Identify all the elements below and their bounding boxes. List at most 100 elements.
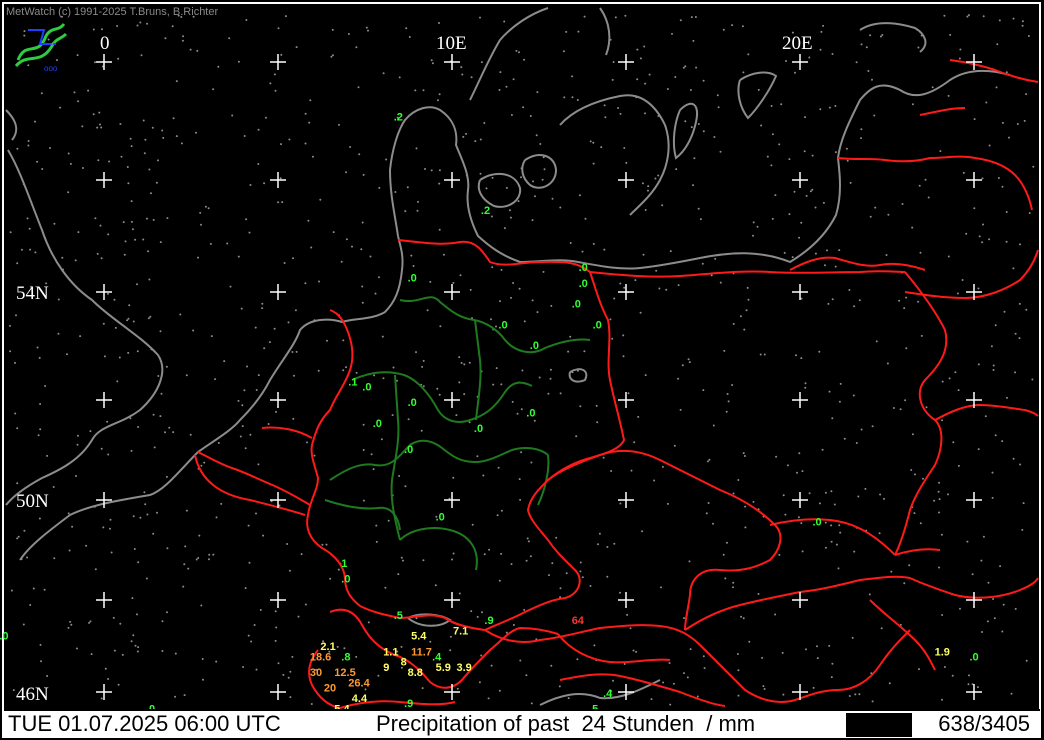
station-dot bbox=[381, 335, 384, 338]
station-dot bbox=[516, 412, 519, 415]
station-dot bbox=[990, 345, 993, 348]
station-dot bbox=[595, 404, 598, 407]
station-dot bbox=[99, 123, 101, 126]
station-dot bbox=[612, 679, 614, 682]
station-dot bbox=[424, 168, 426, 170]
station-dot bbox=[697, 123, 700, 125]
station-dot bbox=[73, 91, 76, 94]
station-dot bbox=[987, 581, 990, 584]
station-dot bbox=[421, 365, 424, 368]
station-dot bbox=[571, 75, 574, 78]
precip-value: .0 bbox=[408, 273, 417, 285]
station-dot bbox=[641, 530, 644, 533]
station-dot bbox=[547, 392, 550, 395]
station-dot bbox=[1001, 121, 1004, 124]
station-dot bbox=[67, 191, 70, 194]
station-dot bbox=[438, 228, 441, 231]
station-dot bbox=[436, 387, 439, 390]
station-dot bbox=[498, 579, 501, 582]
station-dot bbox=[890, 570, 893, 573]
station-dot bbox=[53, 557, 56, 560]
station-dot bbox=[10, 589, 13, 592]
station-dot bbox=[250, 640, 253, 643]
station-dot bbox=[583, 350, 586, 353]
status-bar: TUE 01.07.2025 06:00 UTC Precipitation o… bbox=[4, 709, 1040, 737]
station-dot bbox=[107, 678, 110, 680]
station-dot bbox=[94, 568, 97, 571]
station-dot bbox=[677, 284, 680, 287]
station-dot bbox=[510, 114, 513, 116]
station-dot bbox=[1019, 463, 1022, 466]
station-dot bbox=[800, 522, 803, 525]
station-dot bbox=[22, 623, 25, 626]
station-dot bbox=[426, 309, 429, 312]
station-dot bbox=[184, 545, 187, 548]
station-dot bbox=[743, 455, 746, 457]
station-dot bbox=[367, 621, 370, 624]
station-dot bbox=[279, 177, 282, 180]
station-dot bbox=[800, 221, 803, 224]
station-dot bbox=[634, 279, 637, 282]
station-dot bbox=[796, 471, 798, 474]
station-dot bbox=[966, 15, 969, 18]
station-dot bbox=[107, 453, 110, 456]
station-dot bbox=[247, 634, 250, 637]
station-dot bbox=[820, 30, 823, 33]
station-dot bbox=[369, 255, 372, 258]
station-dot bbox=[149, 315, 152, 318]
station-dot bbox=[957, 389, 960, 392]
station-dot bbox=[438, 93, 441, 96]
station-dot bbox=[217, 442, 220, 444]
station-dot bbox=[864, 487, 867, 490]
station-dot bbox=[161, 129, 164, 132]
station-dot bbox=[257, 374, 260, 377]
station-dot bbox=[938, 481, 941, 484]
station-dot bbox=[422, 559, 425, 562]
station-dot bbox=[498, 689, 501, 692]
station-dot bbox=[421, 687, 424, 690]
station-dot bbox=[187, 567, 190, 570]
station-dot bbox=[405, 27, 408, 30]
station-dot bbox=[130, 220, 133, 223]
station-dot bbox=[497, 466, 500, 469]
station-dot bbox=[198, 534, 201, 537]
station-dot bbox=[995, 86, 998, 89]
station-dot bbox=[1012, 17, 1015, 20]
station-dot bbox=[278, 504, 281, 507]
station-dot bbox=[766, 155, 769, 158]
station-dot bbox=[137, 561, 140, 564]
station-dot bbox=[430, 169, 433, 172]
station-dot bbox=[925, 406, 928, 409]
station-dot bbox=[690, 16, 693, 19]
station-dot bbox=[952, 441, 955, 444]
station-dot bbox=[331, 28, 334, 31]
station-dot bbox=[830, 524, 833, 527]
station-dot bbox=[416, 209, 419, 212]
station-dot bbox=[183, 694, 186, 697]
station-dot bbox=[511, 400, 514, 403]
station-dot bbox=[848, 289, 851, 291]
station-dot bbox=[113, 298, 116, 301]
precipitation-map[interactable]: ooo 0 10E 20E 54N 50N 46N .2.2.0.0 .0.0.… bbox=[0, 0, 1044, 740]
station-dot bbox=[1014, 371, 1017, 374]
latitude-labels: 54N 50N 46N bbox=[16, 283, 49, 705]
station-dot bbox=[500, 509, 503, 512]
station-dot bbox=[999, 565, 1002, 568]
precip-value: .0 bbox=[813, 517, 822, 529]
station-dot bbox=[606, 575, 609, 578]
station-dot bbox=[693, 157, 696, 160]
station-dot bbox=[458, 592, 461, 595]
station-dot bbox=[775, 455, 778, 458]
station-dot bbox=[119, 123, 122, 125]
station-dot bbox=[795, 354, 797, 357]
station-dot bbox=[578, 194, 581, 197]
station-dot bbox=[277, 201, 280, 204]
station-dot bbox=[61, 256, 64, 259]
precip-value: .8 bbox=[341, 652, 350, 664]
station-dot bbox=[526, 537, 529, 540]
precip-value: .2 bbox=[394, 112, 403, 124]
station-dot bbox=[804, 386, 807, 389]
station-dot bbox=[805, 648, 807, 651]
station-dot bbox=[831, 298, 834, 301]
station-dot bbox=[273, 327, 276, 330]
